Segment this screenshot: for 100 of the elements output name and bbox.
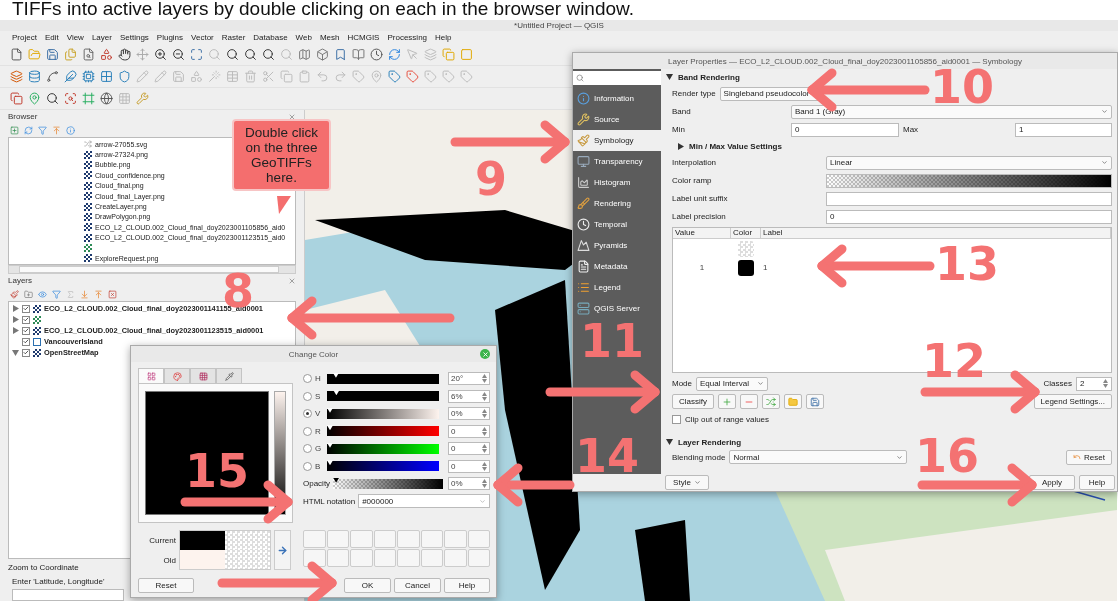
search-icon[interactable]	[244, 48, 257, 61]
tag-icon[interactable]	[388, 70, 401, 83]
move-icon[interactable]	[136, 48, 149, 61]
menu-item[interactable]: Settings	[119, 33, 149, 42]
book-icon[interactable]	[352, 48, 365, 61]
reset-button[interactable]: Reset	[1066, 449, 1112, 465]
tag-icon[interactable]	[352, 70, 365, 83]
grid-icon[interactable]	[118, 92, 131, 105]
section-header[interactable]: Min / Max Value Settings	[678, 140, 1112, 152]
shield-icon[interactable]	[118, 70, 131, 83]
mode-dropdown[interactable]: Equal Interval	[696, 376, 768, 391]
slider-track[interactable]	[327, 461, 439, 472]
menu-item[interactable]: Mesh	[319, 33, 340, 42]
globe-icon[interactable]	[100, 92, 113, 105]
search-icon[interactable]	[46, 92, 59, 105]
spin-arrows-icon[interactable]	[482, 374, 487, 384]
slider-thumb[interactable]	[327, 425, 333, 431]
color-tab[interactable]	[190, 368, 216, 383]
nav-item[interactable]: Metadata	[573, 256, 661, 277]
swatch-slot[interactable]	[444, 530, 467, 548]
menu-item[interactable]: Raster	[221, 33, 246, 42]
spin-arrows-icon[interactable]	[482, 444, 487, 454]
nav-item[interactable]: Rendering	[573, 193, 661, 214]
zoom-in-icon[interactable]	[154, 48, 167, 61]
swatch-slot[interactable]	[373, 549, 396, 567]
swatch-slot[interactable]	[373, 530, 396, 548]
nav-item[interactable]: Symbology	[573, 130, 661, 151]
swatch-slot[interactable]	[303, 549, 326, 567]
slider-thumb[interactable]	[327, 442, 333, 448]
spin-field[interactable]: 0%	[448, 477, 490, 491]
save-button[interactable]	[806, 394, 824, 409]
caret-icon[interactable]	[479, 497, 486, 505]
layers-icon[interactable]	[10, 70, 23, 83]
pencil-icon[interactable]	[154, 70, 167, 83]
expand-icon[interactable]	[190, 48, 203, 61]
reset-button[interactable]: Reset	[138, 578, 194, 593]
database-icon[interactable]	[28, 70, 41, 83]
caret-icon[interactable]	[896, 453, 904, 461]
swatch-slot[interactable]	[397, 530, 420, 548]
spin-arrows-icon[interactable]	[1103, 379, 1108, 388]
color-tab[interactable]	[216, 368, 242, 383]
caret-icon[interactable]	[1101, 108, 1108, 115]
grid-icon[interactable]	[100, 70, 113, 83]
layer-checkbox[interactable]	[22, 337, 30, 346]
tag-icon[interactable]	[460, 70, 473, 83]
radio-button[interactable]	[303, 391, 312, 401]
menu-item[interactable]: Database	[253, 33, 288, 42]
zoom-out-icon[interactable]	[172, 48, 185, 61]
slider-thumb[interactable]	[327, 407, 333, 413]
paintbrush-icon[interactable]	[10, 289, 19, 299]
spin-field[interactable]: 20°	[448, 372, 490, 386]
radio-button[interactable]	[303, 426, 312, 436]
frame-icon[interactable]	[82, 92, 95, 105]
help-button[interactable]: Help	[1079, 475, 1115, 490]
swatch-slot[interactable]	[420, 530, 443, 548]
spin-field[interactable]: 0	[448, 442, 490, 456]
spin-field[interactable]: 0	[448, 424, 490, 438]
tag-icon[interactable]	[406, 70, 419, 83]
swatch-slot[interactable]	[350, 530, 373, 548]
coordinate-field[interactable]	[12, 589, 124, 601]
scissors-icon[interactable]	[262, 70, 275, 83]
menu-item[interactable]: Plugins	[156, 33, 184, 42]
swatch-slot[interactable]	[326, 549, 349, 567]
color-picker-area[interactable]	[145, 391, 269, 515]
slider-track[interactable]	[327, 373, 439, 384]
remove-class-button[interactable]	[740, 394, 758, 409]
spline-icon[interactable]	[46, 70, 59, 83]
blending-dropdown[interactable]: Normal	[729, 450, 908, 464]
color-tab[interactable]	[164, 368, 190, 383]
swatch-slot[interactable]	[467, 530, 490, 548]
swatch-slot[interactable]	[350, 549, 373, 567]
radio-button[interactable]	[303, 409, 312, 419]
swatch-slot[interactable]	[397, 549, 420, 567]
tag-icon[interactable]	[424, 70, 437, 83]
tag-icon[interactable]	[442, 70, 455, 83]
bookmark-icon[interactable]	[334, 48, 347, 61]
menu-item[interactable]: Vector	[191, 33, 214, 42]
menu-item[interactable]: Processing	[387, 33, 428, 42]
files-icon[interactable]	[64, 48, 77, 61]
radio-button[interactable]	[303, 374, 312, 384]
radio-button[interactable]	[303, 461, 312, 471]
slider-track[interactable]	[327, 426, 439, 437]
spin-arrows-icon[interactable]	[482, 461, 487, 471]
slider-thumb[interactable]	[327, 460, 333, 466]
swatch-slot[interactable]	[420, 549, 443, 567]
swatch-slot[interactable]	[303, 530, 326, 548]
close-icon[interactable]	[288, 112, 296, 121]
expand-icon[interactable]	[80, 289, 89, 299]
info-icon[interactable]	[66, 125, 75, 135]
menu-item[interactable]: Project	[12, 33, 37, 42]
suffix-field[interactable]	[826, 191, 1112, 206]
spin-arrows-icon[interactable]	[482, 391, 487, 401]
clipboard-icon[interactable]	[298, 70, 311, 83]
caret-icon[interactable]	[693, 479, 701, 486]
wrench-icon[interactable]	[136, 92, 149, 105]
folder-plus-icon[interactable]	[24, 289, 33, 299]
max-field[interactable]: 1	[1015, 122, 1112, 137]
file-search-icon[interactable]	[82, 48, 95, 61]
apply-color-button[interactable]	[274, 530, 291, 570]
slider-track[interactable]	[333, 478, 444, 489]
